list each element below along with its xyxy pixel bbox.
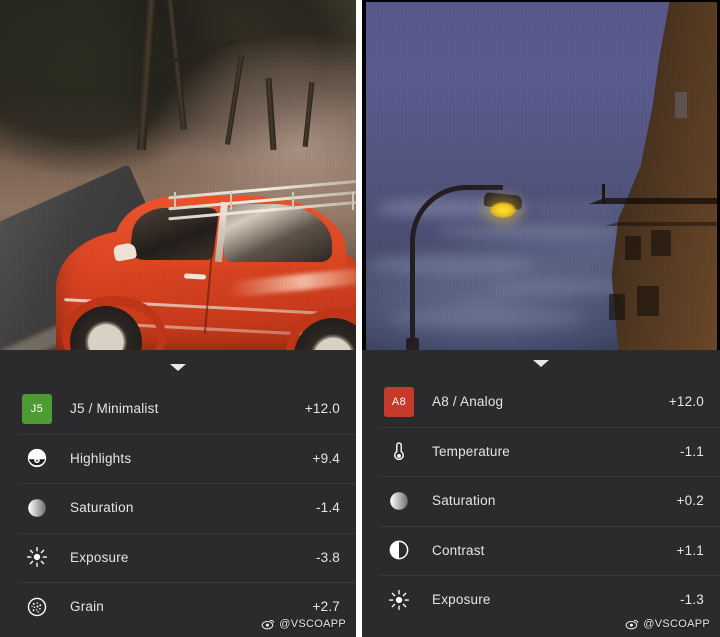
watermark-text: @VSCOAPP <box>643 618 710 630</box>
adjustment-value: +1.1 <box>676 542 704 558</box>
adjustment-label: Exposure <box>70 549 129 565</box>
row-icon <box>18 497 56 519</box>
adjustments-list-left: J5 J5 / Minimalist +12.0 H Highlights +9… <box>0 384 356 632</box>
row-icon: A8 <box>380 386 418 417</box>
adjustment-value: +12.0 <box>304 401 340 417</box>
preset-badge: J5 <box>22 393 52 424</box>
car-door-handle <box>183 273 207 280</box>
contrast-icon <box>389 540 409 560</box>
highlights-icon: H <box>27 449 47 468</box>
building-silhouette <box>611 2 717 350</box>
adjustment-label: Saturation <box>432 493 496 509</box>
cloud <box>386 308 586 330</box>
tree-trunk <box>224 55 245 145</box>
adjustment-row-highlights[interactable]: H Highlights +9.4 <box>0 433 356 484</box>
collapse-handle[interactable] <box>362 350 720 377</box>
cloud <box>516 202 636 216</box>
adjustment-row-saturation[interactable]: Saturation +0.2 <box>362 476 720 526</box>
temperature-icon <box>394 442 404 461</box>
row-icon: J5 <box>18 393 56 424</box>
photo-scene <box>366 2 717 350</box>
adjustment-row-saturation[interactable]: Saturation -1.4 <box>0 483 356 533</box>
tree-trunk <box>136 0 157 151</box>
vintage-car <box>48 178 356 350</box>
adjustment-value: -1.1 <box>679 443 704 459</box>
adjustment-row-preset[interactable]: J5 J5 / Minimalist +12.0 <box>0 384 356 434</box>
row-icon: H <box>18 447 56 469</box>
adjustment-value: +9.4 <box>312 450 340 466</box>
collapse-handle[interactable] <box>0 350 356 384</box>
saturation-icon <box>390 491 408 510</box>
row-icon <box>18 596 56 618</box>
adjustment-value: +0.2 <box>676 493 704 509</box>
edit-panel-right: A8 A8 / Analog +12.0 Temperature -1.1 Sa… <box>362 0 720 637</box>
preset-badge: A8 <box>384 386 414 417</box>
adjustment-value: -3.8 <box>315 549 340 565</box>
exposure-icon <box>26 547 48 568</box>
watermark: @VSCOAPP <box>625 618 710 630</box>
chevron-down-icon <box>533 360 549 367</box>
building-ledge <box>589 198 717 204</box>
adjustment-label: Contrast <box>432 542 485 558</box>
adjustment-value: -1.3 <box>679 592 704 608</box>
adjustment-row-temperature[interactable]: Temperature -1.1 <box>362 426 720 477</box>
adjustment-label: Temperature <box>432 443 510 459</box>
adjustment-value: +2.7 <box>312 599 340 615</box>
row-icon <box>380 490 418 512</box>
screenshot-root: J5 J5 / Minimalist +12.0 H Highlights +9… <box>0 0 720 637</box>
watermark: @VSCOAPP <box>261 618 346 630</box>
adjustment-label: J5 / Minimalist <box>70 401 159 417</box>
adjustment-value: -1.4 <box>315 500 340 516</box>
svg-text:H: H <box>36 459 39 463</box>
dusk-streetlamp-photo[interactable] <box>362 0 720 350</box>
tree-trunk <box>265 77 277 151</box>
row-icon <box>380 589 418 611</box>
exposure-icon <box>388 589 410 610</box>
watermark-text: @VSCOAPP <box>279 618 346 630</box>
weibo-eye-icon <box>261 620 275 630</box>
roof-rack <box>168 179 356 221</box>
adjustment-row-exposure[interactable]: Exposure -3.8 <box>0 532 356 583</box>
chevron-down-icon <box>170 363 186 371</box>
photo-scene <box>0 0 356 350</box>
adjustment-row-preset[interactable]: A8 A8 / Analog +12.0 <box>362 377 720 427</box>
building-ledge <box>605 222 717 226</box>
adjustment-label: Highlights <box>70 450 132 466</box>
edit-panel-left: J5 J5 / Minimalist +12.0 H Highlights +9… <box>0 0 356 637</box>
tree-trunk <box>302 81 315 148</box>
row-icon <box>18 546 56 568</box>
adjustment-row-contrast[interactable]: Contrast +1.1 <box>362 525 720 576</box>
orange-vintage-car-photo[interactable] <box>0 0 356 350</box>
row-icon <box>380 539 418 561</box>
building-window <box>651 230 671 256</box>
adjustment-label: Exposure <box>432 592 491 608</box>
weibo-eye-icon <box>625 620 639 630</box>
building-window <box>637 286 659 316</box>
adjustments-list-right: A8 A8 / Analog +12.0 Temperature -1.1 Sa… <box>362 377 720 625</box>
roof-antenna <box>602 184 605 204</box>
street-lamp-base <box>406 338 419 350</box>
building-window <box>609 294 625 320</box>
adjustment-label: Grain <box>70 599 105 615</box>
street-lamp-glow <box>490 202 516 218</box>
saturation-icon <box>28 498 46 517</box>
building-window <box>675 92 687 118</box>
adjustment-label: A8 / Analog <box>432 394 504 410</box>
adjustment-label: Saturation <box>70 500 134 516</box>
adjustment-value: +12.0 <box>668 394 704 410</box>
row-icon <box>380 440 418 462</box>
tree-branch <box>151 38 239 69</box>
building-window <box>625 236 641 260</box>
grain-icon <box>27 597 47 616</box>
tree-trunk <box>167 0 187 130</box>
